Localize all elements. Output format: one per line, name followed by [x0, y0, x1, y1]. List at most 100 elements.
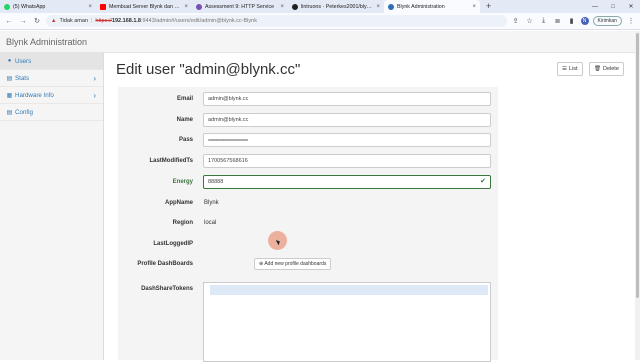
- list-button[interactable]: ☰ List: [557, 62, 583, 76]
- chevron-right-icon: ›: [93, 73, 96, 83]
- browser-tab-bar: (5) WhatsApp × Membuat Server Blynk dan …: [0, 0, 640, 13]
- reload-icon[interactable]: ↻: [32, 17, 42, 25]
- tab-title: Membuat Server Blynk dan Pul: [109, 3, 182, 10]
- config-icon: ▤: [6, 109, 13, 116]
- browser-tab-whatsapp[interactable]: (5) WhatsApp ×: [0, 0, 96, 13]
- dashsharetokens-field[interactable]: [203, 282, 491, 362]
- checkmark-icon: ✔: [480, 178, 486, 185]
- pass-row: Pass •••••••••••••••••••••••••••••••••••…: [118, 132, 498, 148]
- close-icon[interactable]: ×: [472, 4, 476, 10]
- back-icon[interactable]: ←: [4, 18, 14, 25]
- window-controls: — □ ✕: [586, 0, 640, 13]
- name-field[interactable]: admin@blynk.cc: [203, 113, 491, 127]
- profile-dashboards-row: Profile DashBoards ⊕ Add new profile das…: [118, 256, 498, 272]
- region-label: Region: [172, 220, 193, 226]
- user-icon: ●: [7, 58, 12, 64]
- name-row: Name admin@blynk.cc: [118, 112, 498, 128]
- delete-button-label: Delete: [602, 66, 619, 72]
- email-label: Email: [176, 96, 193, 102]
- new-tab-button[interactable]: +: [480, 0, 497, 13]
- close-icon[interactable]: ×: [184, 4, 188, 10]
- email-field[interactable]: admin@blynk.cc: [203, 92, 491, 106]
- pass-label: Pass: [178, 137, 193, 143]
- page-title: Edit user "admin@blynk.cc": [116, 61, 301, 78]
- browser-tab-blynk[interactable]: Blynk Administration ×: [384, 0, 480, 13]
- menu-icon[interactable]: ⋮: [626, 17, 636, 25]
- dashsharetokens-row: DashShareTokens: [118, 281, 498, 362]
- list-icon: ☰: [562, 66, 567, 72]
- energy-label: Energy: [172, 179, 193, 185]
- appname-row: AppName Blynk: [118, 195, 498, 211]
- sidebar-item-label: Hardware Info: [15, 91, 54, 99]
- profile-avatar[interactable]: N: [580, 17, 589, 25]
- sidepanel-icon[interactable]: ▮: [567, 17, 577, 25]
- share-icon[interactable]: ⇪: [511, 17, 521, 25]
- main-content: Edit user "admin@blynk.cc" ☰ List 🗑 Dele…: [104, 53, 640, 362]
- youtube-icon: [100, 3, 106, 10]
- profile-dashboards-label: Profile DashBoards: [137, 261, 193, 267]
- add-profile-dashboard-label: Add new profile dashboards: [264, 261, 327, 267]
- page-scrollbar[interactable]: [635, 31, 640, 360]
- forward-icon[interactable]: →: [18, 18, 28, 25]
- tab-title: (5) WhatsApp: [13, 3, 46, 10]
- url-host: 192.168.1.8: [111, 18, 141, 24]
- bookmark-star-icon[interactable]: ☆: [525, 17, 535, 25]
- app-header: Blynk Administration: [0, 31, 640, 53]
- energy-value: 88888: [208, 179, 224, 185]
- email-row: Email admin@blynk.cc: [118, 91, 498, 107]
- lastmodified-field[interactable]: 1700567568616: [203, 154, 491, 168]
- close-icon[interactable]: ×: [376, 4, 380, 10]
- download-icon[interactable]: ⤓: [539, 17, 549, 25]
- dashsharetokens-label: DashShareTokens: [141, 286, 193, 292]
- mouse-cursor-highlight: [268, 231, 287, 250]
- sidebar-item-hardware-info[interactable]: ▦ Hardware Info ›: [0, 87, 103, 104]
- blynk-icon: [388, 3, 394, 10]
- extensions-icon[interactable]: ≣: [553, 17, 563, 25]
- browser-tab-github[interactable]: lintruons · Peterkes2001/blynk-s ×: [288, 0, 384, 13]
- browser-tab-assessment[interactable]: Assessment 9: HTTP Service ×: [192, 0, 288, 13]
- region-value: local: [204, 220, 217, 226]
- user-form: Email admin@blynk.cc Name admin@blynk.cc…: [118, 87, 498, 362]
- stats-icon: ▤: [6, 75, 13, 82]
- name-label: Name: [176, 117, 193, 123]
- energy-row: Energy 88888 ✔: [118, 174, 498, 190]
- address-bar[interactable]: ▲ Tidak aman | https://192.168.1.8:9443/…: [46, 15, 507, 27]
- kirimkan-button[interactable]: Kirimkan: [592, 16, 622, 26]
- pass-field[interactable]: ••••••••••••••••••••••••••••••••••••••••…: [203, 133, 491, 147]
- sidebar-item-stats[interactable]: ▤ Stats ›: [0, 70, 103, 87]
- minimize-icon[interactable]: —: [586, 0, 604, 13]
- close-icon[interactable]: ×: [88, 4, 92, 10]
- browser-toolbar: ← → ↻ ▲ Tidak aman | https://192.168.1.8…: [0, 13, 640, 30]
- sidebar-item-users[interactable]: ● Users: [0, 53, 103, 70]
- close-icon[interactable]: ×: [280, 4, 284, 10]
- plus-circle-icon: ⊕: [259, 261, 264, 267]
- add-profile-dashboard-button[interactable]: ⊕ Add new profile dashboards: [254, 258, 332, 270]
- appname-value: Blynk: [204, 200, 219, 206]
- appname-label: AppName: [164, 200, 193, 206]
- url-scheme: https://: [95, 18, 112, 24]
- maximize-icon[interactable]: □: [604, 0, 622, 13]
- assessment-icon: [196, 3, 202, 10]
- sidebar: ● Users ▤ Stats › ▦ Hardware Info › ▤ Co…: [0, 53, 104, 360]
- lastloggedip-row: LastLoggedIP: [118, 236, 498, 252]
- hardware-icon: ▦: [6, 92, 13, 99]
- security-warning[interactable]: Tidak aman: [59, 18, 88, 24]
- sidebar-item-label: Config: [15, 108, 33, 116]
- tokens-header-bar: [210, 285, 488, 295]
- close-window-icon[interactable]: ✕: [622, 0, 640, 13]
- list-button-label: List: [568, 66, 578, 72]
- trash-icon: 🗑: [594, 66, 601, 72]
- warning-icon: ▲: [51, 18, 57, 24]
- sidebar-item-config[interactable]: ▤ Config: [0, 104, 103, 121]
- sidebar-item-label: Users: [15, 57, 32, 65]
- energy-field[interactable]: 88888 ✔: [203, 175, 491, 189]
- tab-title: Assessment 9: HTTP Service: [205, 3, 275, 10]
- delete-button[interactable]: 🗑 Delete: [589, 62, 624, 76]
- url-path: :9443/admin#/users/edit/admin@blynk.cc-B…: [141, 18, 257, 24]
- browser-tab-youtube[interactable]: Membuat Server Blynk dan Pul ×: [96, 0, 192, 13]
- app-brand[interactable]: Blynk Administration: [6, 37, 87, 47]
- tab-title: Blynk Administration: [397, 3, 445, 10]
- region-row: Region local: [118, 215, 498, 231]
- chevron-right-icon: ›: [93, 90, 96, 100]
- scrollbar-thumb[interactable]: [636, 33, 639, 298]
